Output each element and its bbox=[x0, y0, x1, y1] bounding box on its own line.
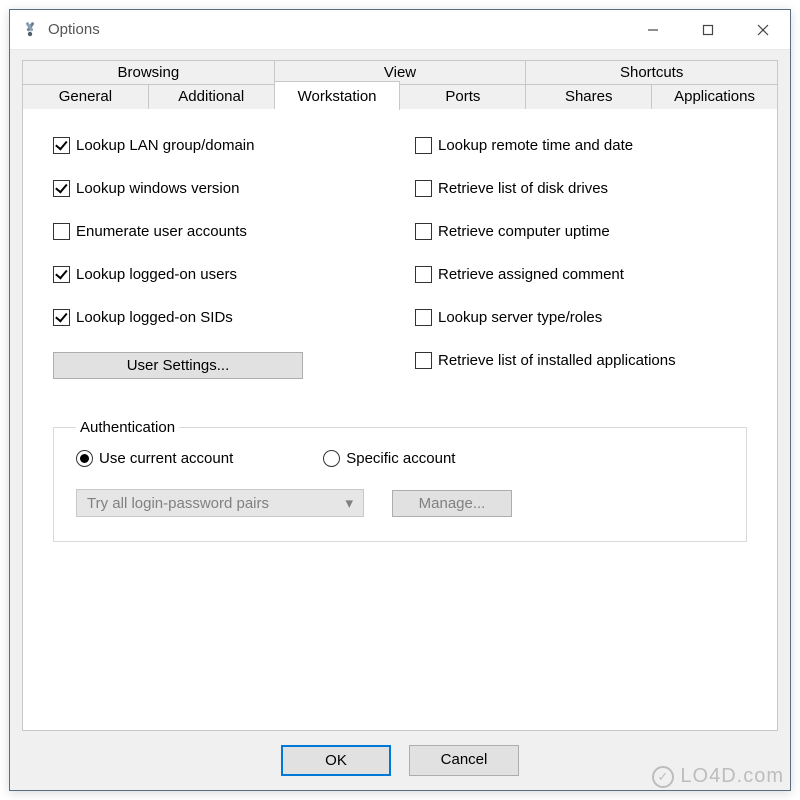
options-window: Options Browsing View Shortcuts General … bbox=[9, 9, 791, 791]
tab-control: Browsing View Shortcuts General Addition… bbox=[22, 60, 778, 110]
check-lookup-remote-time[interactable]: Lookup remote time and date bbox=[415, 137, 747, 154]
manage-button[interactable]: Manage... bbox=[392, 490, 512, 517]
watermark-text: LO4D.com bbox=[680, 765, 784, 788]
maximize-button[interactable] bbox=[680, 10, 735, 50]
checkbox-icon bbox=[53, 266, 70, 283]
check-circle-icon: ✓ bbox=[652, 766, 674, 788]
checkbox-icon bbox=[53, 223, 70, 240]
checkbox-icon bbox=[415, 180, 432, 197]
radio-use-current-account[interactable]: Use current account bbox=[76, 450, 233, 467]
check-label: Lookup windows version bbox=[76, 180, 239, 197]
right-column: Lookup remote time and date Retrieve lis… bbox=[415, 137, 747, 379]
radio-icon bbox=[76, 450, 93, 467]
checkbox-icon bbox=[53, 137, 70, 154]
check-lookup-lan-group[interactable]: Lookup LAN group/domain bbox=[53, 137, 385, 154]
tab-additional[interactable]: Additional bbox=[149, 84, 275, 110]
check-lookup-logged-on-users[interactable]: Lookup logged-on users bbox=[53, 266, 385, 283]
check-label: Lookup logged-on users bbox=[76, 266, 237, 283]
checkbox-icon bbox=[415, 137, 432, 154]
check-label: Retrieve list of disk drives bbox=[438, 180, 608, 197]
watermark: ✓ LO4D.com bbox=[652, 765, 784, 788]
tab-ports[interactable]: Ports bbox=[400, 84, 526, 110]
combo-value: Try all login-password pairs bbox=[87, 495, 269, 512]
tab-row-2: General Additional Workstation Ports Sha… bbox=[22, 84, 778, 110]
checkbox-icon bbox=[415, 352, 432, 369]
checkbox-icon bbox=[415, 223, 432, 240]
check-label: Lookup logged-on SIDs bbox=[76, 309, 233, 326]
client-area: Browsing View Shortcuts General Addition… bbox=[10, 50, 790, 790]
tab-pane-workstation: Lookup LAN group/domain Lookup windows v… bbox=[22, 109, 778, 731]
checkbox-icon bbox=[53, 309, 70, 326]
authentication-group: Authentication Use current account Speci… bbox=[53, 419, 747, 542]
tab-shortcuts[interactable]: Shortcuts bbox=[526, 60, 778, 85]
tab-applications[interactable]: Applications bbox=[652, 84, 778, 110]
tab-general[interactable]: General bbox=[22, 84, 149, 110]
tab-shares[interactable]: Shares bbox=[526, 84, 652, 110]
ok-button[interactable]: OK bbox=[281, 745, 391, 776]
checkbox-icon bbox=[415, 309, 432, 326]
check-lookup-server-type[interactable]: Lookup server type/roles bbox=[415, 309, 747, 326]
check-label: Enumerate user accounts bbox=[76, 223, 247, 240]
user-settings-button[interactable]: User Settings... bbox=[53, 352, 303, 379]
checkbox-icon bbox=[53, 180, 70, 197]
check-label: Retrieve list of installed applications bbox=[438, 352, 676, 369]
tab-browsing[interactable]: Browsing bbox=[22, 60, 275, 85]
cancel-button[interactable]: Cancel bbox=[409, 745, 519, 776]
check-retrieve-assigned-comment[interactable]: Retrieve assigned comment bbox=[415, 266, 747, 283]
check-label: Retrieve computer uptime bbox=[438, 223, 610, 240]
tab-workstation[interactable]: Workstation bbox=[275, 81, 401, 110]
check-retrieve-disk-drives[interactable]: Retrieve list of disk drives bbox=[415, 180, 747, 197]
minimize-button[interactable] bbox=[625, 10, 680, 50]
check-enumerate-user-accounts[interactable]: Enumerate user accounts bbox=[53, 223, 385, 240]
authentication-legend: Authentication bbox=[76, 419, 179, 436]
check-label: Lookup server type/roles bbox=[438, 309, 602, 326]
window-title: Options bbox=[48, 21, 100, 38]
check-retrieve-computer-uptime[interactable]: Retrieve computer uptime bbox=[415, 223, 747, 240]
check-label: Lookup LAN group/domain bbox=[76, 137, 254, 154]
login-pairs-combo[interactable]: Try all login-password pairs ▾ bbox=[76, 489, 364, 517]
close-button[interactable] bbox=[735, 10, 790, 50]
check-label: Retrieve assigned comment bbox=[438, 266, 624, 283]
check-label: Lookup remote time and date bbox=[438, 137, 633, 154]
app-icon bbox=[20, 20, 40, 40]
check-lookup-logged-on-sids[interactable]: Lookup logged-on SIDs bbox=[53, 309, 385, 326]
radio-icon bbox=[323, 450, 340, 467]
check-lookup-windows-version[interactable]: Lookup windows version bbox=[53, 180, 385, 197]
check-retrieve-installed-apps[interactable]: Retrieve list of installed applications bbox=[415, 352, 747, 369]
checkbox-icon bbox=[415, 266, 432, 283]
radio-label: Use current account bbox=[99, 450, 233, 467]
radio-specific-account[interactable]: Specific account bbox=[323, 450, 455, 467]
radio-label: Specific account bbox=[346, 450, 455, 467]
left-column: Lookup LAN group/domain Lookup windows v… bbox=[53, 137, 385, 379]
titlebar: Options bbox=[10, 10, 790, 50]
chevron-down-icon: ▾ bbox=[345, 494, 353, 512]
